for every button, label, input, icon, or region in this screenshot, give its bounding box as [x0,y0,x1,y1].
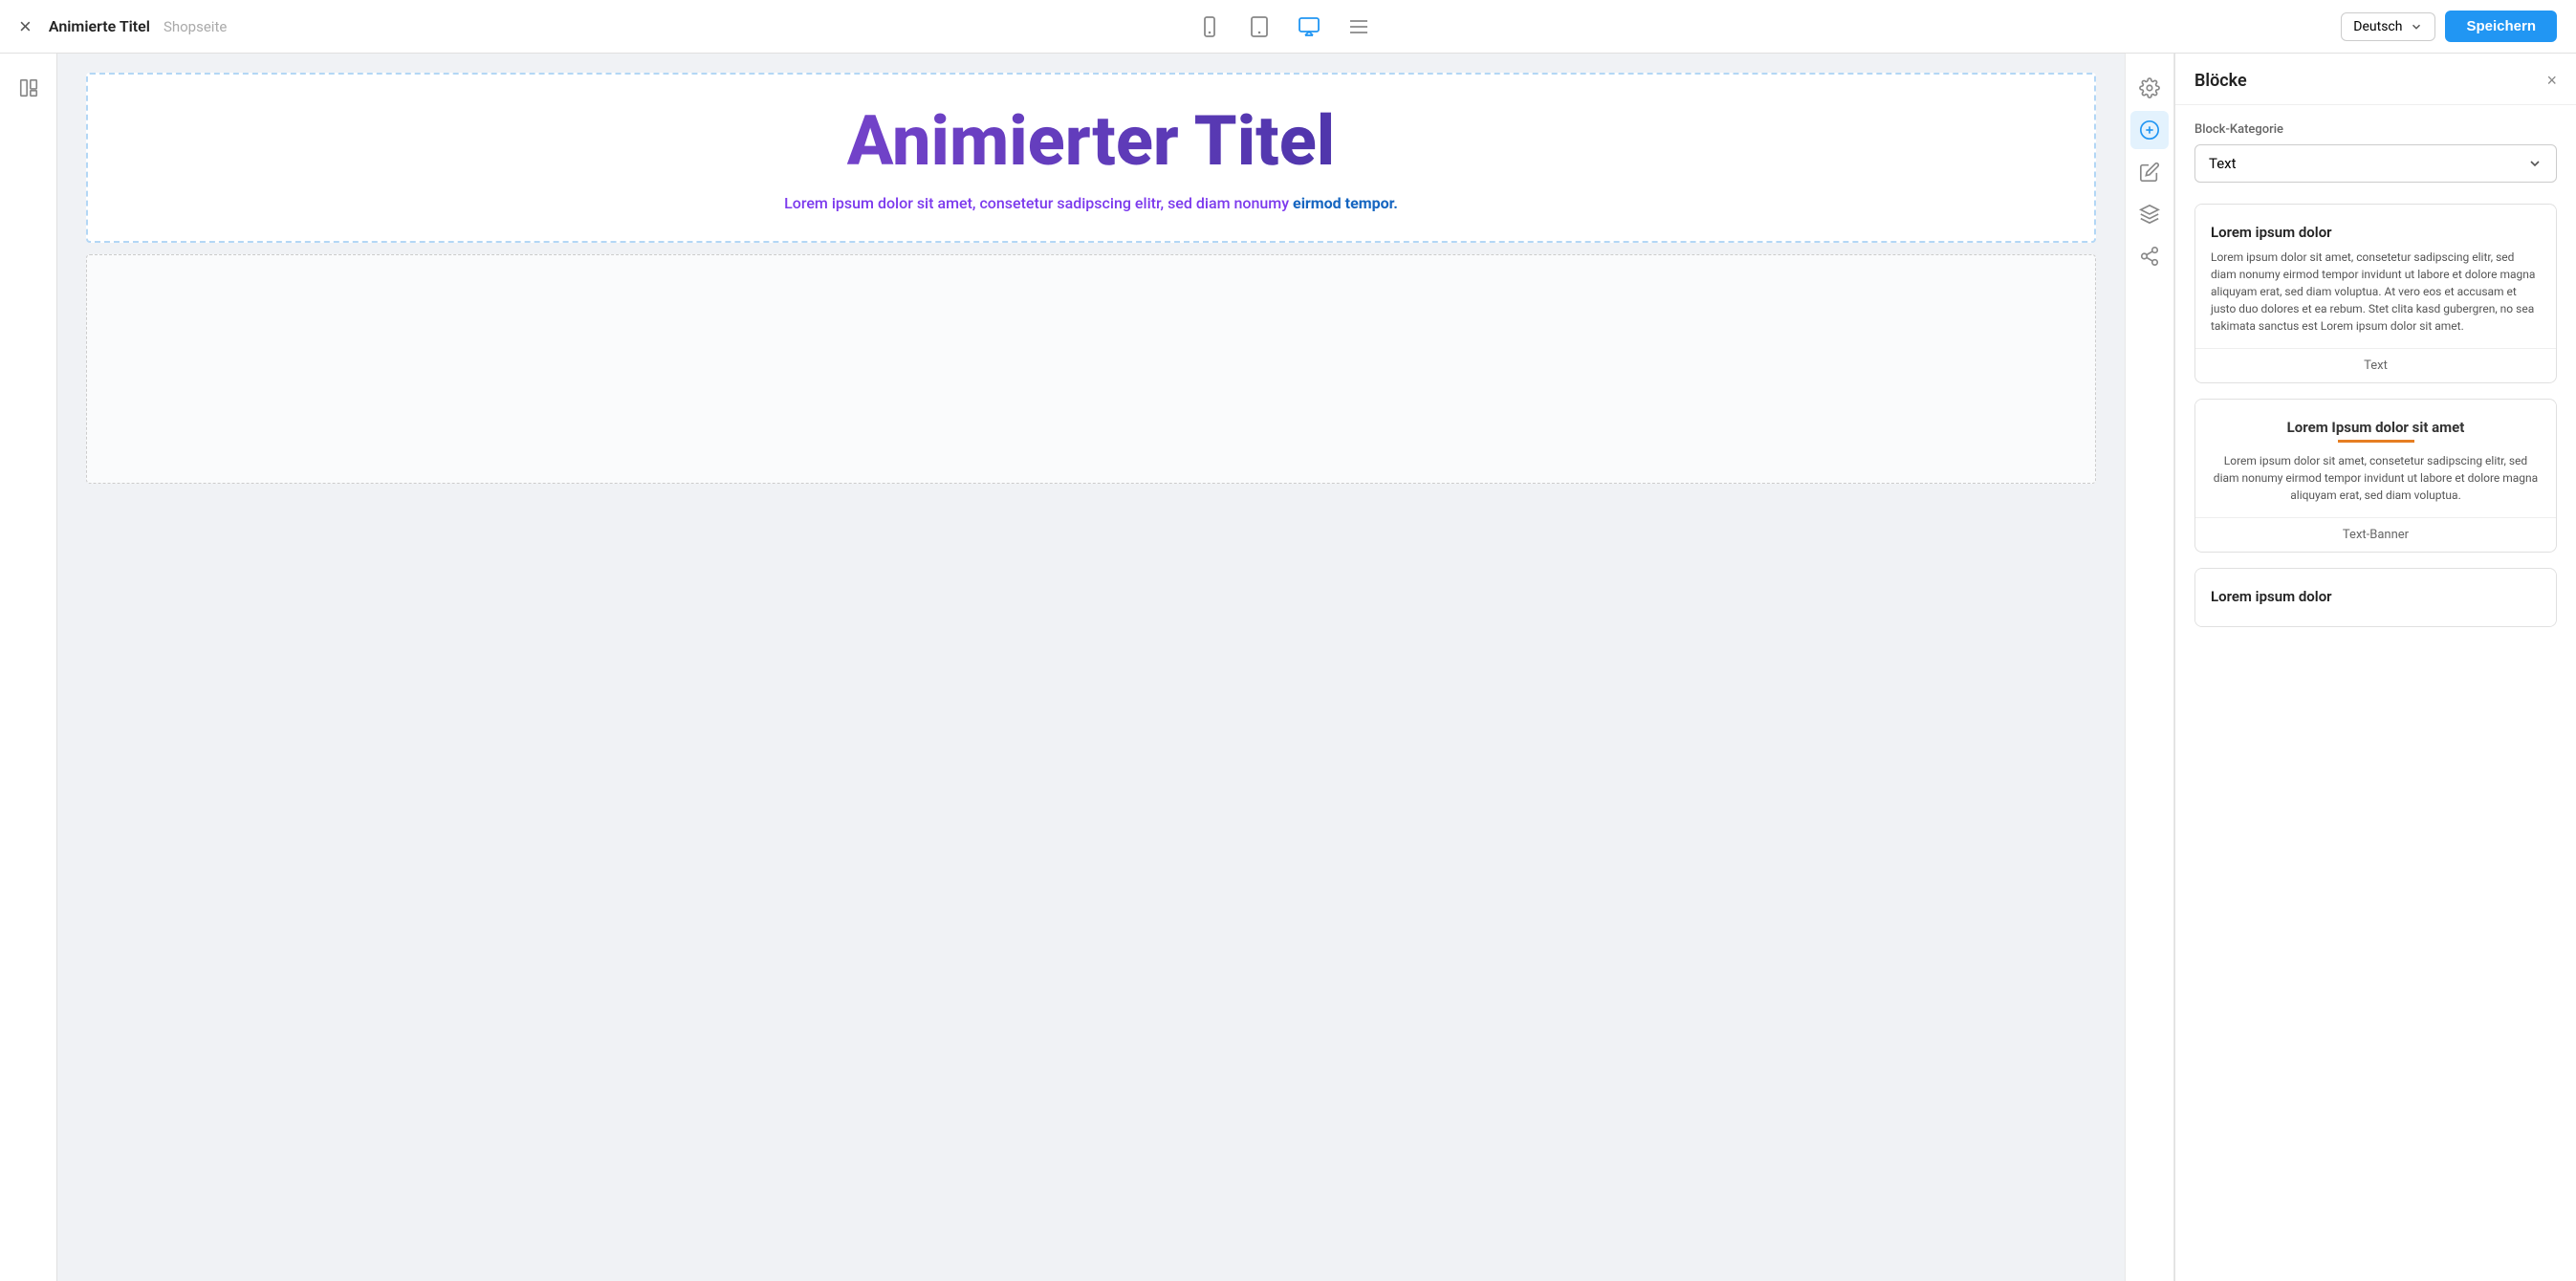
sidebar-layout-button[interactable] [10,69,48,107]
edit-icon-button[interactable] [2130,153,2169,191]
add-block-icon-button[interactable] [2130,111,2169,149]
page-subtitle: Shopseite [164,18,227,35]
device-mobile-button[interactable] [1192,10,1227,44]
left-sidebar [0,54,57,1281]
text-banner-title: Lorem Ipsum dolor sit amet [2211,419,2541,436]
right-icon-strip [2125,54,2174,1281]
block-card-text-body: Lorem ipsum dolor sit amet, consetetur s… [2211,249,2541,335]
close-button[interactable]: × [19,14,32,39]
block-card-text-banner-preview: Lorem Ipsum dolor sit amet Lorem ipsum d… [2195,400,2556,517]
canvas-subtitle: Lorem ipsum dolor sit amet, consetetur s… [126,194,2056,212]
save-button[interactable]: Speichern [2445,11,2557,42]
block-card-text-banner[interactable]: Lorem Ipsum dolor sit amet Lorem ipsum d… [2194,399,2557,553]
text-banner-body: Lorem ipsum dolor sit amet, consetetur s… [2211,452,2541,504]
block-card-lorem-preview: Lorem ipsum dolor [2195,569,2556,626]
settings-icon-button[interactable] [2130,69,2169,107]
canvas-block-title[interactable]: Animierter Titel Lorem ipsum dolor sit a… [86,73,2096,243]
layers-icon-button[interactable] [2130,195,2169,233]
panel-title: Blöcke [2194,71,2247,91]
block-category-label: Block-Kategorie [2194,122,2557,137]
block-card-text[interactable]: Lorem ipsum dolor Lorem ipsum dolor sit … [2194,204,2557,383]
share-icon-button[interactable] [2130,237,2169,275]
block-card-text-preview: Lorem ipsum dolor Lorem ipsum dolor sit … [2195,205,2556,348]
device-switcher [227,10,2341,44]
panel-body: Block-Kategorie Text Lorem ipsum dolor L… [2175,105,2576,660]
page-title: Animierte Titel [49,17,150,35]
category-select[interactable]: Text [2194,144,2557,183]
animated-title: Animierter Titel [126,103,2056,179]
panel-header: Blöcke × [2175,54,2576,105]
right-panel: Blöcke × Block-Kategorie Text Lorem ipsu… [2174,54,2576,1281]
topbar-right: Deutsch Speichern [2341,11,2557,42]
subtitle-text: Lorem ipsum dolor sit amet, consetetur s… [784,194,1398,212]
topbar: × Animierte Titel Shopseite Deutsch Spei… [0,0,2576,54]
block-card-lorem-title: Lorem ipsum dolor [2211,588,2541,605]
block-card-text-footer: Text [2195,348,2556,382]
device-list-button[interactable] [1342,10,1376,44]
device-desktop-button[interactable] [1292,10,1326,44]
panel-close-button[interactable]: × [2546,71,2557,91]
block-card-lorem[interactable]: Lorem ipsum dolor [2194,568,2557,627]
subtitle-bold: eirmod tempor. [1293,194,1398,212]
device-tablet-button[interactable] [1242,10,1277,44]
block-card-text-title: Lorem ipsum dolor [2211,224,2541,241]
canvas-block-empty[interactable] [86,254,2096,484]
category-selected-value: Text [2209,155,2237,172]
canvas-area: Animierter Titel Lorem ipsum dolor sit a… [57,54,2125,1281]
language-select[interactable]: Deutsch [2341,12,2435,41]
chevron-down-icon [2527,156,2543,171]
main-layout: Animierter Titel Lorem ipsum dolor sit a… [0,54,2576,1281]
block-card-text-banner-footer: Text-Banner [2195,517,2556,552]
text-banner-underline [2338,440,2414,443]
